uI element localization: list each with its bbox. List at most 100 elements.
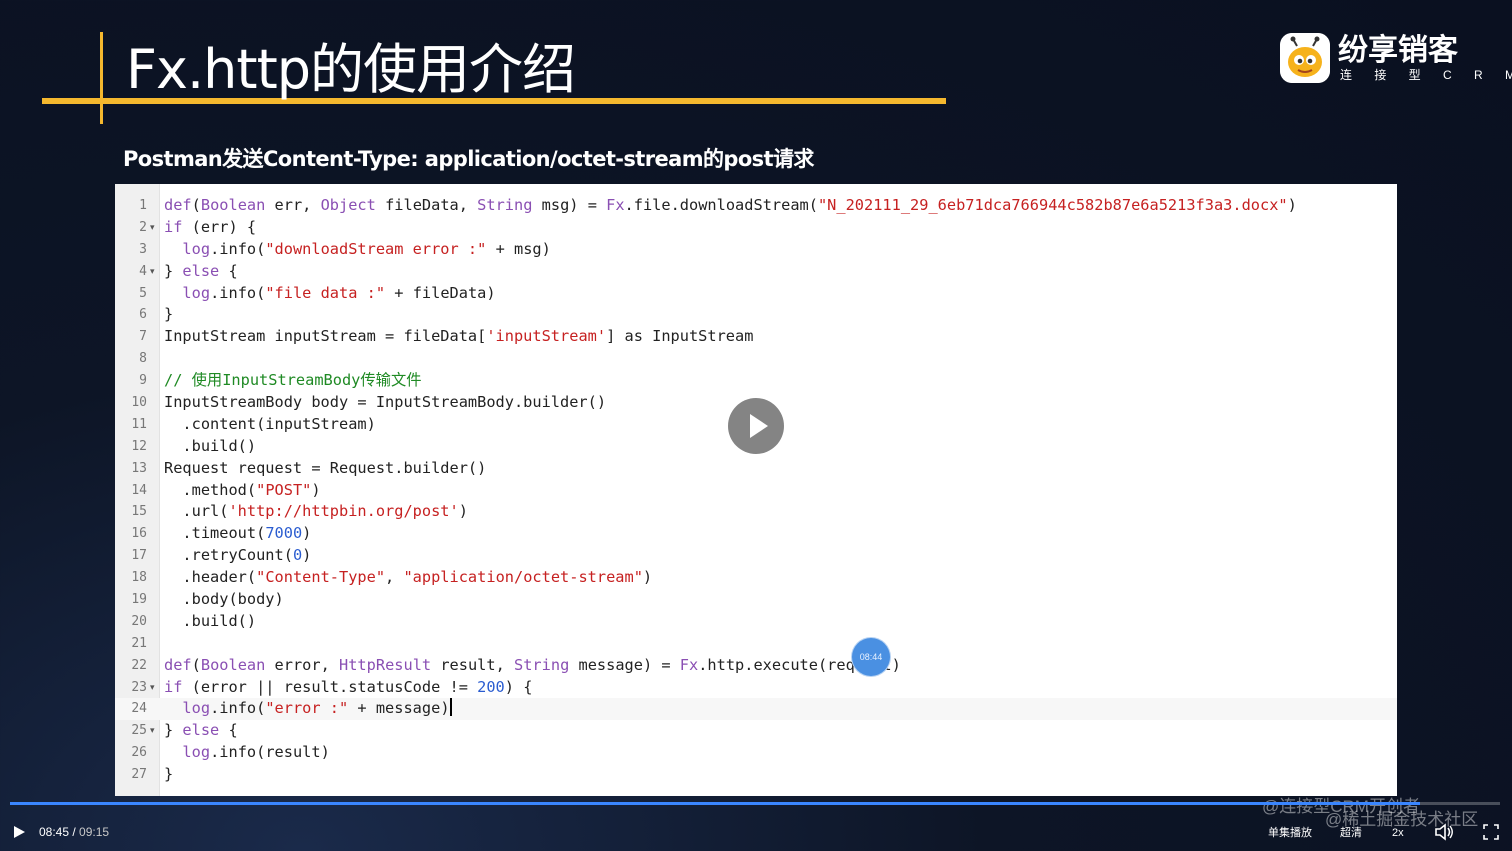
volume-icon[interactable] [1434, 823, 1454, 841]
code-token: ( [191, 655, 201, 674]
code-token: 200 [477, 677, 505, 696]
fold-arrow-icon[interactable]: ▾ [150, 261, 155, 283]
fold-arrow-icon[interactable]: ▾ [150, 217, 155, 239]
code-token: (error || result.statusCode != [182, 677, 478, 696]
code-token: .info( [210, 239, 266, 258]
title-accent-vertical [100, 32, 103, 124]
code-line[interactable]: 20 .build() [115, 611, 1397, 633]
code-line[interactable]: 13 Request request = Request.builder() [115, 458, 1397, 480]
line-number: 11 [131, 416, 147, 432]
code-line[interactable]: 8 [115, 348, 1397, 370]
line-number: 23 [131, 679, 147, 695]
code-line[interactable]: 18 .header("Content-Type", "application/… [115, 567, 1397, 589]
code-token: if [164, 217, 183, 236]
code-text: log.info("downloadStream error :" + msg) [164, 239, 550, 261]
line-number: 14 [131, 482, 147, 498]
line-number: 7 [139, 329, 147, 345]
text-cursor [449, 698, 452, 717]
play-icon [750, 414, 768, 438]
code-line[interactable]: 9 // 使用InputStreamBody传输文件 [115, 370, 1397, 392]
play-icon[interactable] [12, 825, 26, 839]
code-token: "file data :" [265, 283, 386, 302]
code-text: .timeout(7000) [164, 523, 311, 545]
code-token: ) [311, 480, 321, 499]
code-token: message) = [569, 655, 680, 674]
speed-button[interactable]: 2x [1392, 826, 1404, 840]
line-number: 1 [139, 198, 147, 213]
code-text: } else { [164, 261, 238, 283]
code-token: log [182, 743, 211, 762]
line-number: 9 [139, 373, 147, 389]
fold-arrow-icon[interactable]: ▾ [150, 720, 155, 742]
brand-name: 纷享销客 [1338, 33, 1458, 68]
code-line[interactable]: 4 ▾} else { [115, 261, 1397, 283]
code-token: .file.downloadStream( [624, 196, 818, 214]
code-token: "Content-Type" [256, 568, 386, 587]
code-token: Fx [606, 196, 625, 214]
code-line[interactable]: 2 ▾ if (err) { [115, 217, 1397, 239]
code-token: 7000 [265, 524, 303, 543]
code-line[interactable]: 19 .body(body) [115, 589, 1397, 611]
code-line[interactable]: 5 log.info("file data :" + fileData) [115, 283, 1397, 305]
fullscreen-icon[interactable] [1483, 824, 1499, 840]
code-token: } [164, 721, 183, 740]
code-line[interactable]: 1 def(Boolean err, Object fileData, Strin… [115, 195, 1397, 217]
code-token: ) [642, 568, 653, 587]
code-token: InputStreamBody body = InputStreamBody.b… [164, 393, 607, 412]
code-token: log [182, 699, 211, 718]
code-token: .body(body) [164, 590, 284, 609]
code-line[interactable]: 6} [115, 304, 1397, 326]
line-number: 13 [131, 460, 147, 476]
code-token: } [164, 765, 174, 784]
time-separator: / [69, 825, 80, 839]
code-token: ) [458, 502, 468, 521]
line-number: 15 [131, 504, 147, 520]
code-text: def(Boolean error, HttpResult result, St… [164, 655, 901, 677]
code-token: Boolean [200, 196, 266, 214]
code-token: } [164, 261, 183, 280]
code-token: .content(inputStream) [164, 414, 376, 433]
fold-arrow-icon[interactable]: ▾ [150, 677, 155, 699]
code-text: .header("Content-Type", "application/oct… [164, 567, 652, 589]
code-text: if (err) { [164, 217, 256, 239]
code-token: 'http://httpbin.org/post' [228, 502, 459, 521]
code-line[interactable]: 17 .retryCount(0) [115, 545, 1397, 567]
code-text: InputStream inputStream = fileData['inpu… [164, 326, 753, 348]
quality-button[interactable]: 超清 [1340, 826, 1362, 840]
code-line[interactable]: 26 log.info(result) [115, 742, 1397, 764]
code-line[interactable]: 3 log.info("downloadStream error :" + ms… [115, 239, 1397, 261]
video-progress-bar[interactable] [10, 802, 1500, 805]
code-text: if (error || result.statusCode != 200) { [164, 677, 532, 699]
line-number: 21 [131, 635, 147, 651]
code-token: log [182, 283, 211, 302]
code-token: .info(result) [210, 743, 330, 762]
code-token: ] as InputStream [606, 327, 754, 346]
code-token: error, [265, 655, 340, 674]
line-number: 10 [131, 395, 147, 411]
line-number: 26 [131, 745, 147, 761]
code-line[interactable]: 23 ▾ if (error || result.statusCode != 200… [115, 677, 1397, 699]
single-play-button[interactable]: 单集播放 [1268, 826, 1312, 840]
code-token: .header( [164, 568, 257, 587]
code-line[interactable]: 16 .timeout(7000) [115, 523, 1397, 545]
code-token: "application/octet-stream" [403, 568, 643, 587]
code-line[interactable]: 25 ▾} else { [115, 720, 1397, 742]
code-line[interactable]: 14 .method("POST") [115, 480, 1397, 502]
code-token: + message) [348, 699, 450, 718]
code-text: } else { [164, 720, 238, 742]
code-line[interactable]: 24 log.info("error :" + message) [115, 698, 1397, 721]
code-token: def [164, 196, 192, 214]
line-number: 2 [139, 219, 147, 235]
code-line[interactable]: 27} [115, 764, 1397, 786]
line-number: 19 [131, 592, 147, 608]
code-text: log.info(result) [164, 742, 330, 764]
code-token: .retryCount( [164, 546, 293, 565]
code-line[interactable]: 15 .url('http://httpbin.org/post') [115, 501, 1397, 523]
video-play-button[interactable] [728, 398, 784, 454]
code-editor[interactable]: 1 def(Boolean err, Object fileData, Strin… [115, 184, 1397, 796]
code-line[interactable]: 7 InputStream inputStream = fileData['inp… [115, 326, 1397, 348]
code-line[interactable]: 22 def(Boolean error, HttpResult result, … [115, 655, 1397, 677]
code-token: 'inputStream' [486, 327, 607, 346]
code-line[interactable]: 21 [115, 633, 1397, 655]
